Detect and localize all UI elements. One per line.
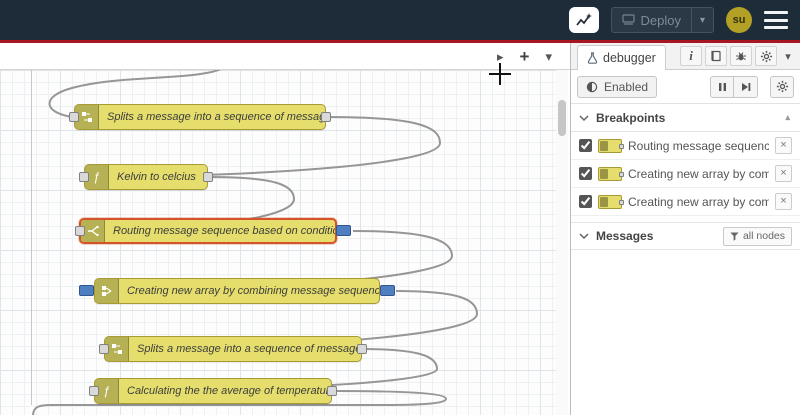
- chevron-down-icon: [579, 114, 589, 121]
- flow-node-split-2[interactable]: Splits a message into a sequence of mess…: [99, 336, 367, 362]
- chart-sparkle-icon[interactable]: [568, 7, 599, 33]
- sidebar-tabbar: debugger i ▾: [571, 43, 800, 70]
- enabled-label: Enabled: [604, 79, 649, 94]
- collapse-up-icon[interactable]: ▴: [783, 112, 792, 123]
- crosshair-cursor: [489, 63, 511, 85]
- step-button[interactable]: [734, 75, 758, 98]
- funnel-icon: [730, 231, 739, 241]
- output-port[interactable]: [203, 172, 213, 182]
- sidebar-tabs-caret[interactable]: ▾: [780, 46, 796, 66]
- breakpoint-row[interactable]: Routing message sequence ba ×: [571, 132, 800, 160]
- breakpoint-row[interactable]: Creating new array by combini ×: [571, 188, 800, 216]
- config-gear-icon[interactable]: [755, 46, 777, 66]
- breakpoint-checkbox[interactable]: [579, 195, 592, 208]
- output-port[interactable]: [321, 112, 331, 122]
- playback-controls: [710, 75, 758, 98]
- deploy-label: Deploy: [640, 12, 681, 28]
- enabled-toggle[interactable]: Enabled: [577, 75, 658, 98]
- breakpoint-checkbox[interactable]: [579, 167, 592, 180]
- deploy-options-caret[interactable]: ▾: [690, 8, 713, 32]
- breakpoints-title: Breakpoints: [596, 110, 666, 125]
- node-label: Splits a message into a sequence of mess…: [137, 343, 361, 355]
- join-icon: [95, 279, 119, 303]
- messages-section-header[interactable]: Messages all nodes: [571, 222, 800, 250]
- debug-bug-icon[interactable]: [730, 46, 752, 66]
- info-tab-icon[interactable]: i: [680, 46, 702, 66]
- canvas-vertical-scrollbar[interactable]: [556, 70, 568, 415]
- breakpoint-marker[interactable]: [336, 225, 351, 236]
- flow-node-function-2[interactable]: ƒ Calculating the the average of tempera…: [89, 378, 337, 404]
- debugger-settings-gear-icon[interactable]: [770, 75, 794, 98]
- message-filter-button[interactable]: all nodes: [722, 226, 792, 246]
- avatar[interactable]: su: [726, 7, 752, 33]
- messages-title: Messages: [596, 229, 654, 243]
- flow-node-split-1[interactable]: Splits a message into a sequence of mess…: [69, 104, 331, 130]
- remove-breakpoint-button[interactable]: ×: [775, 193, 792, 210]
- breakpoint-label: Creating new array by combini: [628, 166, 769, 181]
- breakpoint-marker[interactable]: [380, 285, 395, 296]
- scrollbar-thumb[interactable]: [558, 100, 566, 136]
- workspace-grid[interactable]: Splits a message into a sequence of mess…: [0, 70, 556, 415]
- node-label: Splits a message into a sequence of mess…: [107, 111, 325, 123]
- input-port[interactable]: [99, 344, 109, 354]
- output-port[interactable]: [357, 344, 367, 354]
- node-label: Routing message sequence based on condit…: [113, 225, 335, 237]
- input-port[interactable]: [69, 112, 79, 122]
- breakpoint-row[interactable]: Creating new array by combini ×: [571, 160, 800, 188]
- play-button[interactable]: ▸: [497, 50, 504, 63]
- workspace-tabbar: ▸ + ▾: [0, 43, 570, 70]
- flow-node-join[interactable]: Creating new array by combining message …: [79, 278, 395, 304]
- breakpoint-checkbox[interactable]: [579, 139, 592, 152]
- breakpoint-label: Creating new array by combini: [628, 194, 769, 209]
- hamburger-menu-icon[interactable]: [764, 11, 788, 29]
- breakpoint-node-icon: [598, 138, 624, 153]
- flow-canvas[interactable]: ▸ + ▾ Splits a message into a sequence o…: [0, 43, 570, 415]
- node-label: Calculating the the average of temperatu…: [127, 385, 331, 397]
- sidebar: debugger i ▾ Enabled Breakpoints ▴ Routi…: [570, 43, 800, 415]
- output-port[interactable]: [327, 386, 337, 396]
- tab-label: debugger: [603, 51, 656, 65]
- flow-node-switch[interactable]: Routing message sequence based on condit…: [75, 218, 351, 244]
- remove-breakpoint-button[interactable]: ×: [775, 165, 792, 182]
- deploy-icon: [621, 14, 635, 25]
- flow-node-function-1[interactable]: ƒ Kelvin to celcius: [79, 164, 213, 190]
- messages-empty-area: [571, 250, 800, 415]
- sidebar-tab-icons: i ▾: [666, 46, 796, 69]
- app-header: Deploy ▾ su: [0, 0, 800, 40]
- breakpoint-label: Routing message sequence ba: [628, 138, 769, 153]
- node-label: Creating new array by combining message …: [127, 285, 379, 297]
- input-port[interactable]: [89, 386, 99, 396]
- debugger-toolbar: Enabled: [571, 70, 800, 104]
- main-area: ▸ + ▾ Splits a message into a sequence o…: [0, 43, 800, 415]
- pause-button[interactable]: [710, 75, 734, 98]
- input-port[interactable]: [79, 172, 89, 182]
- node-label: Kelvin to celcius: [117, 171, 196, 183]
- deploy-button[interactable]: Deploy ▾: [610, 7, 714, 33]
- flow-list-button[interactable]: ▾: [545, 50, 552, 63]
- breakpoint-node-icon: [598, 166, 624, 181]
- chevron-down-icon: [579, 233, 589, 239]
- toggle-icon: [586, 81, 598, 92]
- add-flow-button[interactable]: +: [520, 48, 530, 65]
- help-book-icon[interactable]: [705, 46, 727, 66]
- input-port[interactable]: [75, 226, 85, 236]
- debugger-tab-icon: [587, 52, 598, 64]
- node-red-app: Deploy ▾ su ▸ + ▾ Splits a message into …: [0, 0, 800, 415]
- remove-breakpoint-button[interactable]: ×: [775, 137, 792, 154]
- breakpoint-marker[interactable]: [79, 285, 94, 296]
- breakpoints-section-header[interactable]: Breakpoints ▴: [571, 104, 800, 132]
- breakpoint-node-icon: [598, 194, 624, 209]
- tab-debugger[interactable]: debugger: [577, 45, 666, 70]
